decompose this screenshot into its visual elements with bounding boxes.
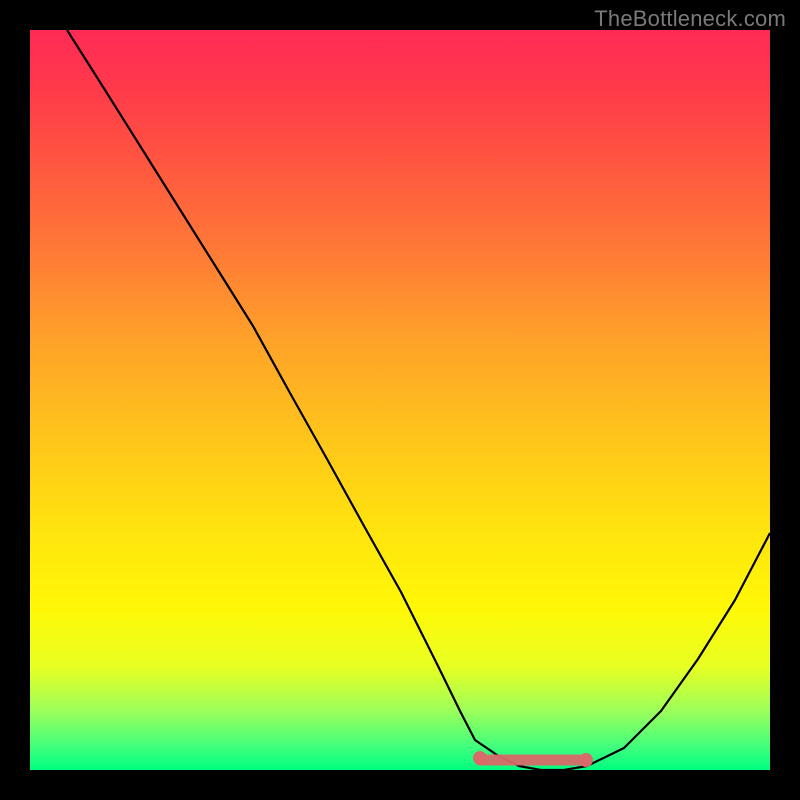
bottleneck-curve bbox=[30, 30, 770, 770]
minimum-marker bbox=[473, 751, 593, 767]
min-dot-right bbox=[579, 753, 593, 767]
watermark-text: TheBottleneck.com bbox=[594, 6, 786, 32]
chart-frame: TheBottleneck.com bbox=[0, 0, 800, 800]
curve-path bbox=[67, 30, 770, 770]
min-dot-left bbox=[473, 751, 487, 765]
plot-area bbox=[30, 30, 770, 770]
